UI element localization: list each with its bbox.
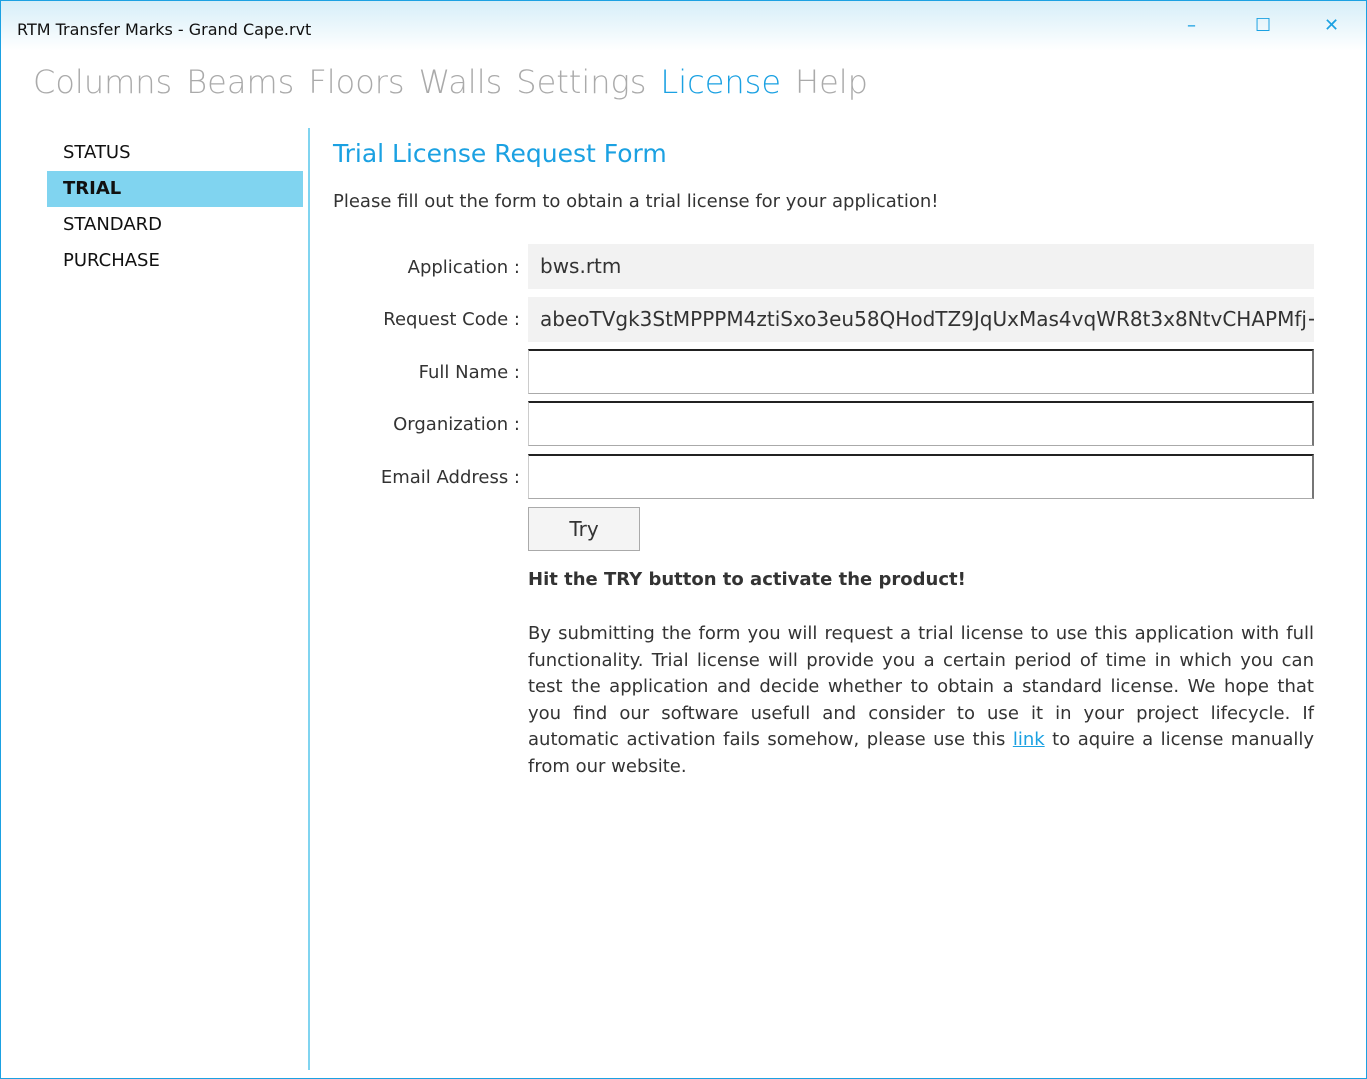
menu-license[interactable]: License: [660, 63, 781, 101]
hint-text: Hit the TRY button to activate the produ…: [528, 569, 966, 590]
organization-label: Organization :: [393, 414, 520, 435]
email-input[interactable]: [528, 454, 1314, 499]
email-label: Email Address :: [380, 467, 520, 488]
main-menu: Columns Beams Floors Walls Settings Lice…: [33, 63, 868, 101]
divider: [308, 128, 310, 1070]
application-label: Application :: [407, 257, 520, 278]
menu-walls[interactable]: Walls: [419, 63, 503, 101]
sidebar-item-status[interactable]: STATUS: [47, 135, 303, 171]
close-icon[interactable]: ✕: [1324, 15, 1339, 36]
menu-columns[interactable]: Columns: [33, 63, 172, 101]
description-text: By submitting the form you will request …: [528, 621, 1314, 780]
window-title: RTM Transfer Marks - Grand Cape.rvt: [17, 20, 312, 39]
maximize-icon[interactable]: ☐: [1255, 15, 1271, 36]
sidebar-item-purchase[interactable]: PURCHASE: [47, 243, 303, 279]
organization-input[interactable]: [528, 401, 1314, 446]
title-bar: RTM Transfer Marks - Grand Cape.rvt – ☐ …: [1, 1, 1366, 51]
sidebar-item-trial[interactable]: TRIAL: [47, 171, 303, 207]
menu-settings[interactable]: Settings: [516, 63, 646, 101]
menu-help[interactable]: Help: [795, 63, 868, 101]
full-name-label: Full Name :: [418, 362, 520, 383]
sidebar-item-standard[interactable]: STANDARD: [47, 207, 303, 243]
menu-beams[interactable]: Beams: [186, 63, 294, 101]
menu-floors[interactable]: Floors: [308, 63, 404, 101]
minimize-icon[interactable]: –: [1187, 15, 1196, 36]
request-code-field[interactable]: abeoTVgk3StMPPPM4ztiSxo3eu58QHodTZ9JqUxM…: [528, 297, 1314, 342]
app-window: RTM Transfer Marks - Grand Cape.rvt – ☐ …: [0, 0, 1367, 1079]
manual-license-link[interactable]: link: [1013, 729, 1045, 750]
request-code-label: Request Code :: [383, 309, 520, 330]
try-button[interactable]: Try: [528, 507, 640, 551]
sidebar: STATUS TRIAL STANDARD PURCHASE: [47, 135, 303, 279]
form-title: Trial License Request Form: [333, 139, 667, 168]
form-subtitle: Please fill out the form to obtain a tri…: [333, 191, 939, 212]
full-name-input[interactable]: [528, 349, 1314, 394]
application-field: bws.rtm: [528, 244, 1314, 289]
